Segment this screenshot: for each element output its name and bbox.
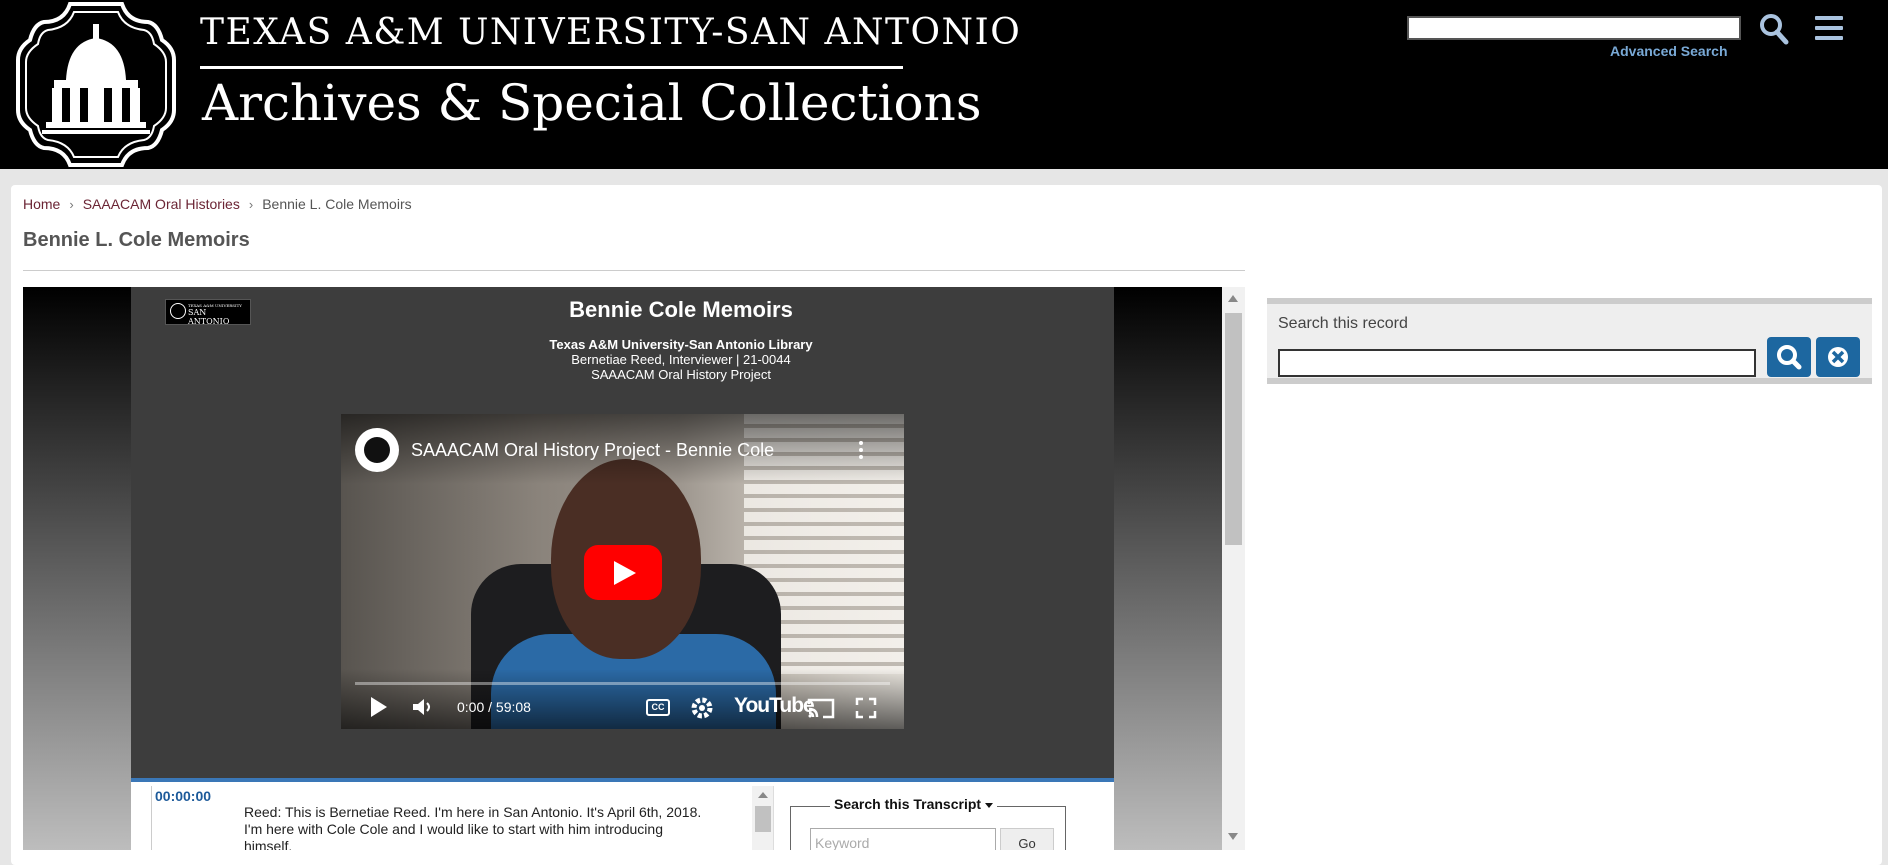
search-icon[interactable]: [1759, 13, 1789, 45]
scroll-up-icon[interactable]: [1228, 295, 1238, 302]
captions-icon[interactable]: CC: [646, 699, 670, 716]
viewer-meta: Texas A&M University-San Antonio Library…: [131, 337, 1222, 382]
record-search-button[interactable]: [1767, 337, 1811, 377]
scroll-thumb[interactable]: [1225, 313, 1242, 545]
cast-icon[interactable]: [807, 697, 835, 719]
keyword-input[interactable]: Keyword: [810, 828, 996, 850]
breadcrumb-current: Bennie L. Cole Memoirs: [262, 196, 412, 212]
university-name[interactable]: TEXAS A&M UNIVERSITY-SAN ANTONIO: [200, 12, 1021, 53]
viewer-scrollbar[interactable]: [1222, 287, 1245, 850]
scroll-up-icon[interactable]: [758, 792, 768, 798]
site-title[interactable]: Archives & Special Collections: [202, 74, 982, 132]
menu-icon[interactable]: [1815, 16, 1843, 42]
viewer-title: Bennie Cole Memoirs: [569, 297, 793, 322]
record-search-label: Search this record: [1278, 315, 1408, 332]
record-search-input[interactable]: [1278, 349, 1756, 377]
record-clear-button[interactable]: [1816, 337, 1860, 377]
transcript-timestamp[interactable]: 00:00:00: [155, 788, 211, 804]
breadcrumb: Home › SAAACAM Oral Histories › Bennie L. Co…: [23, 196, 412, 212]
transcript-panel: 00:00:00 Reed: This is Bernetiae Reed. I…: [131, 778, 1114, 850]
play-icon[interactable]: [369, 696, 389, 718]
transcript-scrollbar[interactable]: [752, 786, 774, 850]
play-button[interactable]: [584, 545, 662, 600]
advanced-search-link[interactable]: Advanced Search: [1610, 43, 1728, 59]
viewer-library: Texas A&M University-San Antonio Library: [549, 337, 813, 352]
header-search-input[interactable]: [1407, 16, 1741, 40]
breadcrumb-separator-icon: ›: [248, 197, 254, 212]
title-divider: [200, 66, 903, 69]
breadcrumb-collection[interactable]: SAAACAM Oral Histories: [83, 196, 240, 212]
video-time: 0:00 / 59:08: [457, 699, 531, 715]
transcript-search: Search this Transcript Keyword Go: [773, 786, 1114, 850]
fullscreen-icon[interactable]: [855, 697, 877, 719]
transcript-list[interactable]: 00:00:00 Reed: This is Bernetiae Reed. I…: [151, 786, 752, 850]
more-options-icon[interactable]: [859, 441, 863, 461]
go-button[interactable]: Go: [1000, 828, 1054, 850]
viewer-project: SAAACAM Oral History Project: [591, 367, 771, 382]
video-title[interactable]: SAAACAM Oral History Project - Bennie Co…: [411, 440, 774, 461]
scroll-down-icon[interactable]: [1228, 833, 1238, 840]
channel-avatar-icon[interactable]: [355, 428, 399, 472]
caret-down-icon: [985, 802, 994, 808]
progress-bar[interactable]: [355, 682, 890, 685]
record-search-panel: Search this record: [1267, 298, 1872, 384]
youtube-player[interactable]: SAAACAM Oral History Project - Bennie Co…: [341, 414, 904, 729]
title-divider: [23, 270, 1245, 271]
settings-icon[interactable]: [690, 696, 714, 720]
page-title: Bennie L. Cole Memoirs: [23, 229, 250, 251]
search-icon: [1777, 345, 1802, 370]
transcript-text: Reed: This is Bernetiae Reed. I'm here i…: [244, 804, 702, 850]
volume-icon[interactable]: [412, 697, 434, 717]
university-seal-logo[interactable]: [10, 0, 182, 169]
scroll-thumb[interactable]: [755, 806, 771, 832]
breadcrumb-home[interactable]: Home: [23, 196, 60, 212]
viewer-interviewer: Bernetiae Reed, Interviewer | 21-0044: [571, 352, 791, 367]
youtube-logo[interactable]: YouTube: [734, 694, 815, 718]
clear-circle-icon: [1828, 347, 1848, 367]
breadcrumb-separator-icon: ›: [69, 197, 74, 212]
site-header: TEXAS A&M UNIVERSITY-SAN ANTONIO Archive…: [0, 0, 1888, 169]
transcript-search-toggle[interactable]: Search this Transcript: [830, 796, 998, 812]
